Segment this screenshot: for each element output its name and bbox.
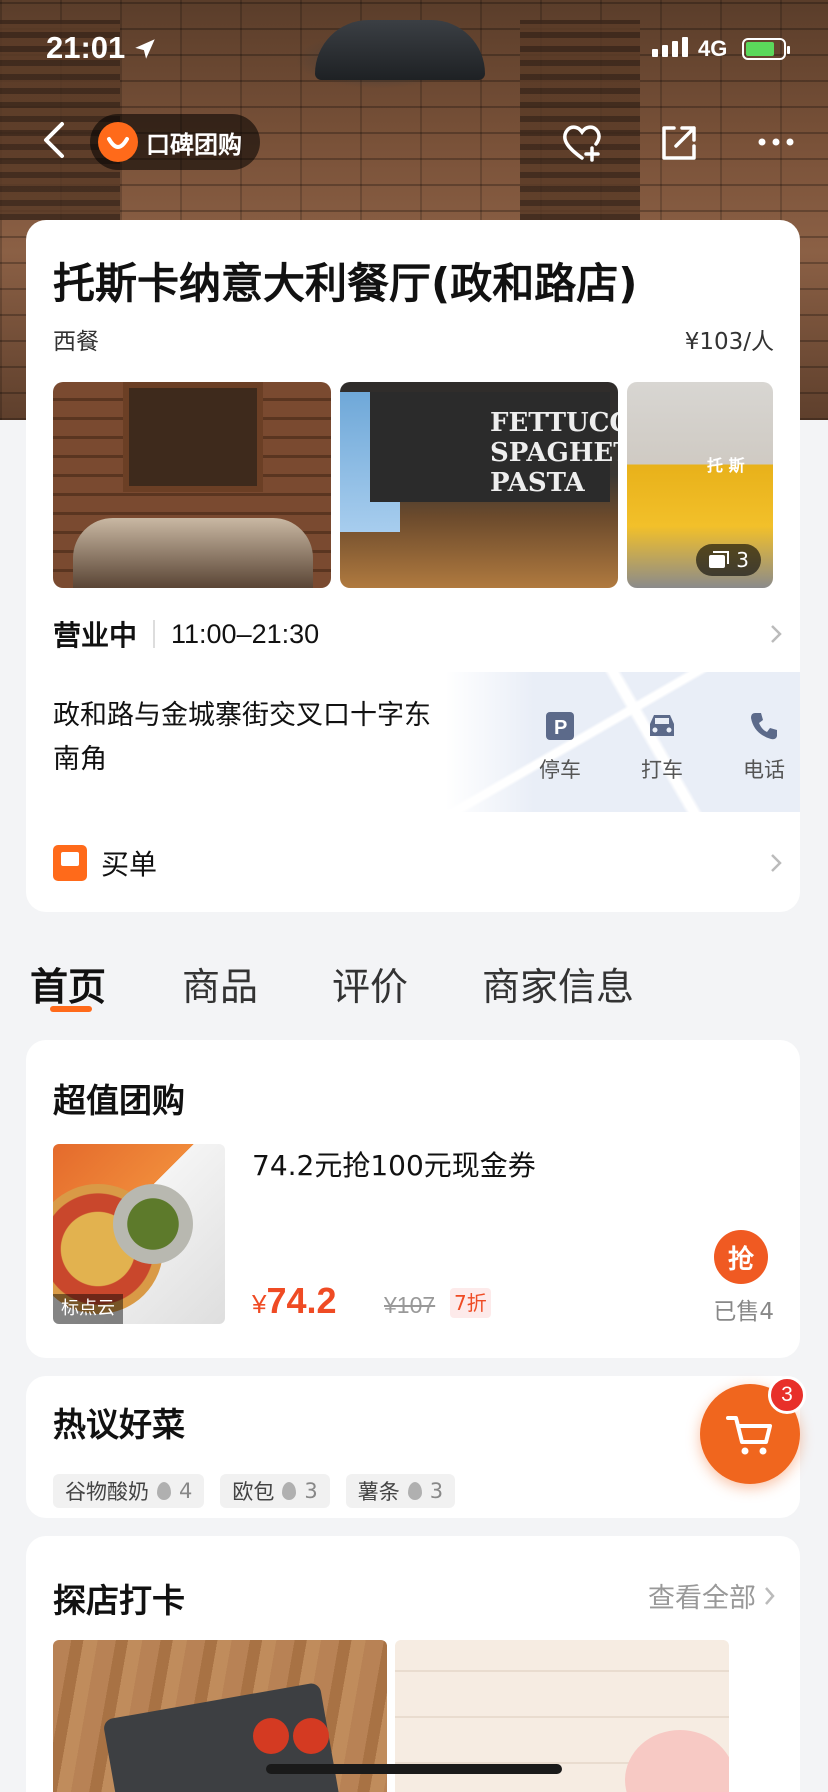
taxi-button[interactable]: 打车 bbox=[622, 710, 702, 784]
hours-status: 营业中 bbox=[53, 619, 138, 652]
battery-icon bbox=[742, 38, 790, 60]
tab-bar: 首页 商品 评价 商家信息 bbox=[0, 946, 828, 1022]
dish-name: 欧包 bbox=[232, 1480, 275, 1504]
section-title-checkin: 探店打卡 bbox=[53, 1581, 185, 1620]
favorite-heart-icon[interactable] bbox=[558, 118, 606, 166]
cart-count-badge: 3 bbox=[768, 1376, 806, 1414]
dish-count: 3 bbox=[429, 1479, 444, 1503]
address-text[interactable]: 政和路与金城寨街交叉口十字东南角 bbox=[53, 694, 453, 782]
hot-dishes-card: 热议好菜 谷物酸奶 4 欧包 3 薯条 3 bbox=[26, 1376, 800, 1518]
parking-button[interactable]: P 停车 bbox=[520, 710, 600, 784]
dish-name: 谷物酸奶 bbox=[65, 1480, 149, 1504]
status-time: 21:01 bbox=[46, 30, 126, 65]
deal-image-watermark: 标点云 bbox=[53, 1294, 123, 1324]
group-buy-card: 超值团购 标点云 74.2元抢100元现金券 ¥74.2 ¥107 7折 抢 已… bbox=[26, 1040, 800, 1358]
hours-divider bbox=[153, 620, 156, 648]
view-all-label: 查看全部 bbox=[648, 1583, 756, 1614]
deal-price-value: 74.2 bbox=[266, 1280, 337, 1321]
address-row: 政和路与金城寨街交叉口十字东南角 P 停车 打车 电话 bbox=[26, 672, 800, 812]
more-icon[interactable] bbox=[752, 118, 800, 166]
view-all-link[interactable]: 查看全部 bbox=[648, 1576, 776, 1615]
flame-icon bbox=[407, 1482, 422, 1500]
brand-name: 口碑团购 bbox=[146, 130, 242, 159]
phone-button[interactable]: 电话 bbox=[724, 710, 800, 784]
taxi-label: 打车 bbox=[641, 758, 683, 782]
deal-original-price: ¥107 bbox=[384, 1292, 436, 1318]
dish-chip[interactable]: 薯条 3 bbox=[345, 1474, 456, 1508]
chevron-right-icon bbox=[771, 625, 782, 643]
location-arrow-icon bbox=[135, 39, 155, 59]
photo-count-badge: 3 bbox=[696, 544, 761, 576]
cart-icon bbox=[726, 1416, 772, 1455]
grab-deal-button[interactable]: 抢 bbox=[714, 1230, 768, 1284]
section-title-deals: 超值团购 bbox=[53, 1081, 185, 1120]
checkin-card: 探店打卡 查看全部 bbox=[26, 1536, 800, 1792]
phone-label: 电话 bbox=[743, 758, 785, 782]
shop-photo-dining[interactable]: FETTUCCI SPAGHETT PASTA bbox=[340, 382, 618, 588]
storefront-sign: 托 斯 bbox=[707, 456, 745, 475]
deal-image[interactable]: 标点云 bbox=[53, 1144, 225, 1324]
koubei-logo-icon bbox=[98, 122, 138, 162]
hours-time: 11:00–21:30 bbox=[171, 618, 320, 649]
active-tab-indicator bbox=[50, 1006, 92, 1012]
parking-icon: P bbox=[546, 712, 574, 740]
status-bar: 21:01 4G bbox=[0, 0, 828, 96]
dish-count: 3 bbox=[304, 1479, 318, 1503]
dish-chip[interactable]: 谷物酸奶 4 bbox=[53, 1474, 205, 1508]
pay-bill-label: 买单 bbox=[101, 848, 158, 881]
share-icon[interactable] bbox=[654, 118, 702, 166]
pay-bill-icon bbox=[53, 845, 87, 881]
photo-count: 3 bbox=[736, 548, 749, 572]
phone-icon bbox=[751, 713, 777, 740]
section-title-hot-dishes: 热议好菜 bbox=[53, 1405, 185, 1444]
deal-sold-count: 已售4 bbox=[713, 1299, 774, 1325]
svg-text:P: P bbox=[554, 717, 567, 739]
shop-info-card: 托斯卡纳意大利餐厅(政和路店) 西餐 ¥103/人 FETTUCCI SPAGH… bbox=[26, 220, 800, 912]
deal-price-currency: ¥ bbox=[252, 1289, 267, 1319]
tab-merchant-info[interactable]: 商家信息 bbox=[482, 956, 634, 1011]
chevron-right-icon bbox=[765, 1586, 775, 1605]
shop-avg-price: ¥103/人 bbox=[684, 329, 774, 355]
deal-title[interactable]: 74.2元抢100元现金券 bbox=[252, 1144, 536, 1184]
dish-count: 4 bbox=[179, 1479, 193, 1503]
tab-reviews[interactable]: 评价 bbox=[332, 956, 408, 1011]
photo-stack-icon bbox=[709, 551, 730, 568]
shop-photo-storefront[interactable]: 托 斯 3 bbox=[627, 382, 773, 588]
hot-dishes-list: 谷物酸奶 4 欧包 3 薯条 3 bbox=[53, 1474, 456, 1508]
pay-bill-row[interactable]: 买单 bbox=[53, 838, 783, 888]
shop-photo-interior[interactable] bbox=[53, 382, 331, 588]
parking-label: 停车 bbox=[539, 758, 581, 782]
photo-chalkboard-text: FETTUCCI SPAGHETT PASTA bbox=[370, 392, 618, 502]
home-indicator bbox=[266, 1764, 562, 1774]
dish-chip[interactable]: 欧包 3 bbox=[220, 1474, 330, 1508]
deal-discount-badge: 7折 bbox=[450, 1288, 491, 1318]
brand-pill[interactable]: 口碑团购 bbox=[90, 114, 260, 170]
dish-name: 薯条 bbox=[357, 1480, 400, 1504]
back-icon[interactable] bbox=[34, 116, 74, 164]
signal-icon bbox=[652, 37, 688, 57]
business-hours-row[interactable]: 营业中 11:00–21:30 bbox=[53, 612, 783, 656]
chevron-right-icon bbox=[771, 854, 782, 872]
network-type: 4G bbox=[698, 36, 728, 61]
tab-home[interactable]: 首页 bbox=[30, 956, 106, 1011]
shop-name: 托斯卡纳意大利餐厅(政和路店) bbox=[53, 259, 638, 308]
shop-category: 西餐 bbox=[53, 329, 99, 355]
tab-products[interactable]: 商品 bbox=[182, 956, 258, 1011]
deal-price: ¥74.2 bbox=[252, 1280, 337, 1322]
taxi-icon bbox=[650, 715, 674, 736]
flame-icon bbox=[157, 1482, 171, 1500]
flame-icon bbox=[282, 1482, 297, 1500]
